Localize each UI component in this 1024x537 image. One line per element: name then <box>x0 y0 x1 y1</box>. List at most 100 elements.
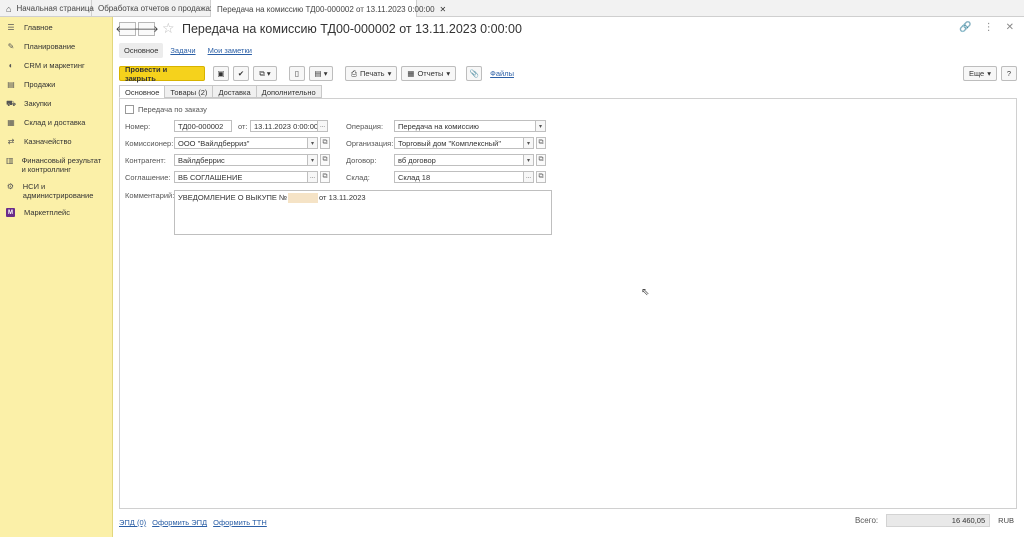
organization-row: Организация: Торговый дом "Комплексный" … <box>346 137 546 149</box>
open-link-icon[interactable]: ⧉ <box>320 171 330 183</box>
tab-main[interactable]: Основное <box>119 85 166 98</box>
operation-row: Операция: Передача на комиссию ▾ <box>346 120 546 132</box>
sidebar-item-planning[interactable]: ✎ Планирование <box>0 38 112 57</box>
files-link[interactable]: Файлы <box>490 69 514 78</box>
open-link-icon[interactable]: ⧉ <box>536 171 546 183</box>
comment-suffix: от 13.11.2023 <box>319 193 366 202</box>
reports-button[interactable]: ▦ Отчеты ▾ <box>401 66 457 81</box>
form-tabs: Основное Товары (2) Доставка Дополнитель… <box>119 85 322 98</box>
structure-button[interactable]: ▯ <box>289 66 305 81</box>
sidebar-item-label: Планирование <box>24 42 76 51</box>
tab-additional[interactable]: Дополнительно <box>255 85 322 98</box>
more-vert-icon[interactable]: ⋮ <box>984 22 994 33</box>
tab-goods[interactable]: Товары (2) <box>164 85 214 98</box>
tab-sales-reports-label: Обработка отчетов о продажах <box>98 4 214 13</box>
sidebar-item-finance[interactable]: ▥ Финансовый результат и контроллинг <box>0 152 112 178</box>
more-button[interactable]: Еще ▾ <box>962 66 997 81</box>
back-button[interactable]: 🡐 <box>115 22 140 36</box>
sidebar-item-label: НСИ и администрирование <box>22 182 94 200</box>
sidebar-item-sales[interactable]: ▤ Продажи <box>0 76 112 95</box>
date-field[interactable]: 13.11.2023 0:00:00 <box>250 120 318 132</box>
forward-button[interactable]: 🡒 <box>134 22 159 36</box>
warehouse-label: Склад: <box>346 172 370 182</box>
chevron-down-icon[interactable]: ▾ <box>524 154 534 166</box>
help-button[interactable]: ? <box>1001 66 1017 81</box>
date-picker-button[interactable]: ... <box>318 120 328 132</box>
open-link-icon[interactable]: ⧉ <box>536 137 546 149</box>
sidebar: ☰ Главное ✎ Планирование ◐ CRM и маркети… <box>0 17 113 537</box>
create-based-on-button[interactable]: ⧉ ▾ <box>253 66 277 81</box>
favorite-star-icon[interactable]: ☆ <box>162 20 175 37</box>
by-order-label: Передача по заказу <box>138 105 207 114</box>
operation-select[interactable]: Передача на комиссию <box>394 120 536 132</box>
sidebar-item-label: Финансовый результат и контроллинг <box>21 156 102 174</box>
chevron-down-icon: ▾ <box>987 69 991 78</box>
warehouse-row: Склад: Склад 18 ... ⧉ <box>346 171 546 183</box>
total-label: Всего: <box>854 516 879 525</box>
organization-field[interactable]: Торговый дом "Комплексный" <box>394 137 524 149</box>
print-button[interactable]: ⎙ Печать ▾ <box>345 66 398 81</box>
related-docs-button[interactable]: ▤ ▾ <box>309 66 333 81</box>
navigation-buttons: 🡐 🡒 <box>115 22 159 36</box>
tab-sales-reports[interactable]: Обработка отчетов о продажах ✕ <box>92 0 226 17</box>
open-link-icon[interactable]: ⧉ <box>320 154 330 166</box>
number-field[interactable]: ТД00-000002 <box>174 120 232 132</box>
chevron-down-icon[interactable]: ▾ <box>524 137 534 149</box>
sidebar-item-label: Маркетплейс <box>24 208 70 217</box>
link-icon[interactable]: 🔗 <box>959 22 971 33</box>
tab-commission-transfer-label: Передача на комиссию ТД00-000002 от 13.1… <box>217 4 435 14</box>
sidebar-item-label: Главное <box>24 23 53 32</box>
total-block: Всего: 16 460,05 RUB <box>855 514 1014 527</box>
create-epd-link[interactable]: Оформить ЭПД <box>152 518 207 527</box>
sidebar-item-warehouse[interactable]: ▦ Склад и доставка <box>0 114 112 133</box>
comment-textarea[interactable]: УВЕДОМЛЕНИЕ О ВЫКУПЕ № от 13.11.2023 <box>174 190 552 235</box>
subtab-main[interactable]: Основное <box>119 43 164 58</box>
sidebar-item-label: Склад и доставка <box>24 118 86 127</box>
save-icon: ▣ <box>217 69 225 78</box>
save-button[interactable]: ▣ <box>213 66 229 81</box>
close-icon[interactable]: ✕ <box>440 5 447 14</box>
sidebar-item-marketplace[interactable]: M Маркетплейс <box>0 204 112 223</box>
attach-button[interactable]: 📎 <box>466 66 483 81</box>
subtab-notes[interactable]: Мои заметки <box>203 43 257 58</box>
treasury-icon: ⇄ <box>7 137 15 146</box>
chevron-down-icon[interactable]: ▾ <box>536 120 546 132</box>
settings-gear-icon: ⚙ <box>6 182 14 191</box>
commissioner-label: Комиссионер: <box>125 138 174 148</box>
contract-label: Договор: <box>346 155 377 165</box>
number-label: Номер: <box>125 121 151 131</box>
home-icon: ⌂ <box>6 3 12 14</box>
subtab-tasks[interactable]: Задачи <box>165 43 200 58</box>
date-label: от: <box>238 121 248 131</box>
commissioner-field[interactable]: ООО "Вайлдберриз" <box>174 137 308 149</box>
tab-delivery[interactable]: Доставка <box>212 85 257 98</box>
by-order-checkbox[interactable] <box>125 105 134 114</box>
chevron-down-icon[interactable]: ▾ <box>308 154 318 166</box>
chevron-down-icon: ▾ <box>387 69 392 78</box>
open-link-icon[interactable]: ⧉ <box>320 137 330 149</box>
close-icon[interactable]: ✕ <box>1006 22 1014 33</box>
sidebar-item-purchases[interactable]: ⛟ Закупки <box>0 95 112 114</box>
chevron-down-icon[interactable]: ▾ <box>308 137 318 149</box>
create-ttn-link[interactable]: Оформить ТТН <box>213 518 267 527</box>
tab-home[interactable]: ⌂ Начальная страница <box>0 0 94 17</box>
tab-commission-transfer[interactable]: Передача на комиссию ТД00-000002 от 13.1… <box>211 0 446 18</box>
menu-icon: ☰ <box>7 23 15 32</box>
agreement-label: Соглашение: <box>125 172 171 182</box>
select-button[interactable]: ... <box>524 171 534 183</box>
sidebar-item-crm[interactable]: ◐ CRM и маркетинг <box>0 57 112 76</box>
post-button[interactable]: ✔ <box>233 66 249 81</box>
post-and-close-button[interactable]: Провести и закрыть <box>119 65 205 83</box>
contract-field[interactable]: вб договор <box>394 154 524 166</box>
select-button[interactable]: ... <box>308 171 318 183</box>
sidebar-item-treasury[interactable]: ⇄ Казначейство <box>0 133 112 152</box>
counterparty-field[interactable]: Вайлдберрис <box>174 154 308 166</box>
sidebar-item-label: Продажи <box>24 80 56 89</box>
warehouse-field[interactable]: Склад 18 <box>394 171 524 183</box>
agreement-field[interactable]: ВБ СОГЛАШЕНИЕ <box>174 171 308 183</box>
epd-link[interactable]: ЭПД (0) <box>119 518 146 527</box>
open-link-icon[interactable]: ⧉ <box>536 154 546 166</box>
sidebar-item-admin[interactable]: ⚙ НСИ и администрирование <box>0 178 112 204</box>
mouse-cursor-icon: ⇖ <box>641 287 650 298</box>
sidebar-item-main[interactable]: ☰ Главное <box>0 19 112 38</box>
